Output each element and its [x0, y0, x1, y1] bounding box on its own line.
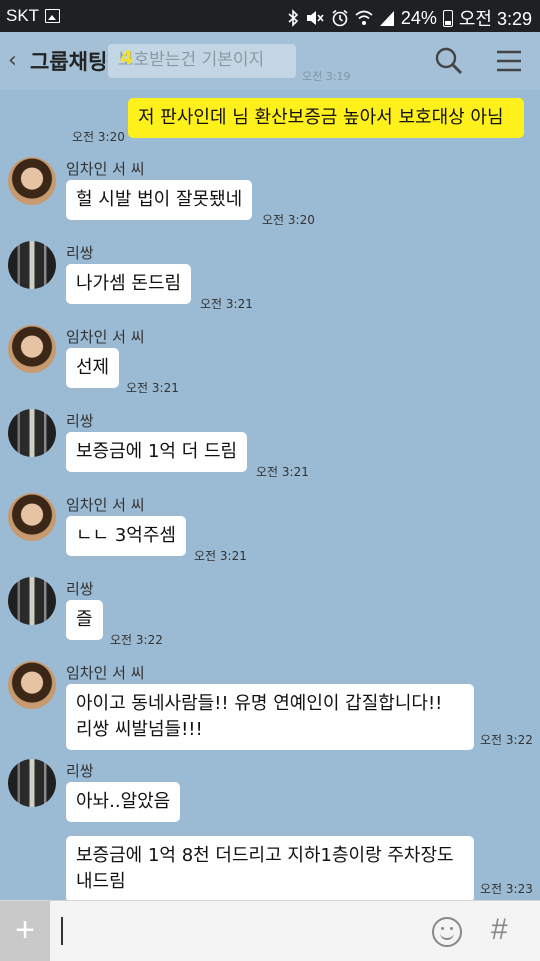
scrolled-message-time: 오전 3:19 [302, 70, 351, 83]
battery-percent: 24% [400, 7, 437, 28]
sender-name: 리쌍 [66, 244, 94, 262]
emoticon-icon[interactable] [432, 917, 462, 947]
sender-name: 임차인 서 씨 [66, 496, 145, 514]
message-list[interactable]: 저 판사인데 님 환산보증금 높아서 보호대상 아님 오전 3:20 임차인 서… [0, 90, 540, 902]
message-text: 나가셈 돈드림 [76, 273, 182, 294]
status-bar: SKT 24% 오전 3:29 [0, 0, 540, 32]
hash-icon[interactable]: # [491, 913, 508, 947]
message-input-bar: + # [0, 900, 540, 961]
message-text: 즐 [76, 609, 93, 630]
message-text: 선제 [76, 357, 110, 378]
message-time: 오전 3:20 [72, 130, 125, 144]
message-text: 헐 시발 법이 잘못됐네 [76, 189, 243, 210]
message-bubble[interactable]: 아놔..알았음 [66, 782, 181, 822]
sender-name: 임차인 서 씨 [66, 160, 145, 178]
menu-icon[interactable] [496, 46, 522, 76]
message-text: ㄴㄴ 3억주셈 [76, 525, 176, 546]
message-bubble[interactable]: 보증금에 1억 더 드림 [66, 432, 248, 472]
my-message-bubble[interactable]: 저 판사인데 님 환산보증금 높아서 보호대상 아님 [128, 98, 524, 138]
message-bubble[interactable]: 선제 [66, 348, 120, 388]
sender-name: 임차인 서 씨 [66, 664, 145, 682]
carrier-label: SKT [6, 6, 40, 25]
message-time: 오전 3:21 [200, 297, 253, 311]
sender-name: 리쌍 [66, 580, 94, 598]
message-bubble[interactable]: 보증금에 1억 8천 더드리고 지하1층이랑 주차장도 내드림 [66, 836, 474, 902]
message-bubble[interactable]: ㄴㄴ 3억주셈 [66, 516, 186, 556]
search-icon[interactable] [434, 46, 464, 76]
chat-title[interactable]: 그룹채팅 [30, 46, 107, 76]
message-input[interactable] [61, 917, 63, 945]
avatar[interactable] [8, 661, 56, 709]
avatar[interactable] [8, 241, 56, 289]
message-text-line: 내드림 [76, 871, 126, 892]
bluetooth-icon [288, 9, 298, 27]
alarm-icon [332, 9, 348, 27]
sender-name: 임차인 서 씨 [66, 328, 145, 346]
message-bubble[interactable]: 헐 시발 법이 잘못됐네 [66, 180, 253, 220]
message-text: 아놔..알았음 [76, 791, 171, 812]
avatar[interactable] [8, 409, 56, 457]
message-time: 오전 3:22 [110, 633, 163, 647]
message-bubble[interactable]: 아이고 동네사람들!! 유명 연예인이 갑질합니다!! 리쌍 씨발넘들!!! [66, 684, 474, 750]
sender-name: 리쌍 [66, 762, 94, 780]
message-time: 오전 3:21 [126, 381, 179, 395]
message-time: 오전 3:21 [256, 465, 309, 479]
mute-icon [306, 11, 324, 25]
wifi-icon [355, 10, 373, 25]
avatar[interactable] [8, 157, 56, 205]
scrolled-message-preview: 보호받는건 기본이지 [108, 44, 296, 78]
message-time: 오전 3:21 [194, 549, 247, 563]
message-bubble[interactable]: 나가셈 돈드림 [66, 264, 192, 304]
avatar[interactable] [8, 759, 56, 807]
attach-plus-button[interactable]: + [0, 901, 50, 961]
message-bubble[interactable]: 즐 [66, 600, 103, 640]
avatar[interactable] [8, 577, 56, 625]
message-text: 보증금에 1억 더 드림 [76, 441, 238, 462]
message-text-line: 아이고 동네사람들!! 유명 연예인이 갑질합니다!! [76, 693, 443, 714]
message-text: 저 판사인데 님 환산보증금 높아서 보호대상 아님 [138, 107, 504, 128]
message-time: 오전 3:22 [480, 733, 533, 747]
gallery-icon [45, 9, 61, 23]
message-time: 오전 3:20 [262, 213, 315, 227]
battery-icon [442, 9, 453, 27]
sender-name: 리쌍 [66, 412, 94, 430]
signal-icon [379, 11, 394, 26]
message-text-line: 리쌍 씨발넘들!!! [76, 719, 203, 740]
status-time: 오전 3:29 [458, 9, 532, 29]
message-text-line: 보증금에 1억 8천 더드리고 지하1층이랑 주차장도 [76, 845, 454, 866]
avatar[interactable] [8, 325, 56, 373]
chat-header: 보호받는건 기본이지 오전 3:19 ‹ 그룹채팅 4 [0, 32, 540, 90]
back-arrow-icon[interactable]: ‹ [8, 48, 17, 73]
message-time: 오전 3:23 [480, 882, 533, 896]
member-count: 4 [120, 47, 134, 69]
avatar[interactable] [8, 493, 56, 541]
